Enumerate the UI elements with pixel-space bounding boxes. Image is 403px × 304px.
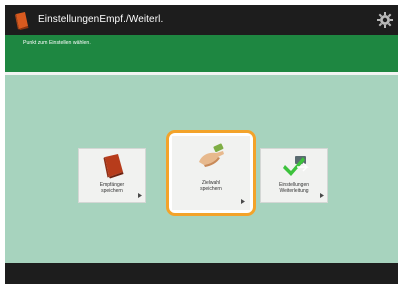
store-speed-dial-button[interactable]: Zielwahl speichern [172, 136, 250, 210]
footer-bar [5, 263, 398, 284]
store-recipient-button[interactable]: Empfänger speichern [78, 148, 146, 203]
screen: EinstellungenEmpf./Weiterl. Punkt zum Ei… [5, 5, 398, 284]
title-bar: EinstellungenEmpf./Weiterl. [5, 5, 398, 35]
tile-label: Empfänger speichern [99, 182, 125, 194]
submenu-arrow-icon [138, 193, 142, 198]
hand-pointer-icon [199, 143, 224, 167]
forwarding-settings-button[interactable]: Einstellungen Weiterleitung [260, 148, 328, 203]
instruction-text: Punkt zum Einstellen wählen. [23, 40, 91, 46]
divider [5, 72, 398, 75]
settings-gear-icon[interactable] [377, 12, 393, 28]
page-title: EinstellungenEmpf./Weiterl. [38, 14, 164, 25]
instruction-bar: Punkt zum Einstellen wählen. [5, 35, 398, 72]
submenu-arrow-icon [320, 193, 324, 198]
address-book-app-icon [15, 12, 29, 30]
red-address-book-icon [103, 154, 124, 179]
tile-label: Zielwahl speichern [200, 180, 222, 192]
tile-label: Einstellungen Weiterleitung [278, 182, 310, 194]
submenu-arrow-icon [241, 199, 245, 204]
forwarding-checkmark-icon [283, 156, 309, 176]
